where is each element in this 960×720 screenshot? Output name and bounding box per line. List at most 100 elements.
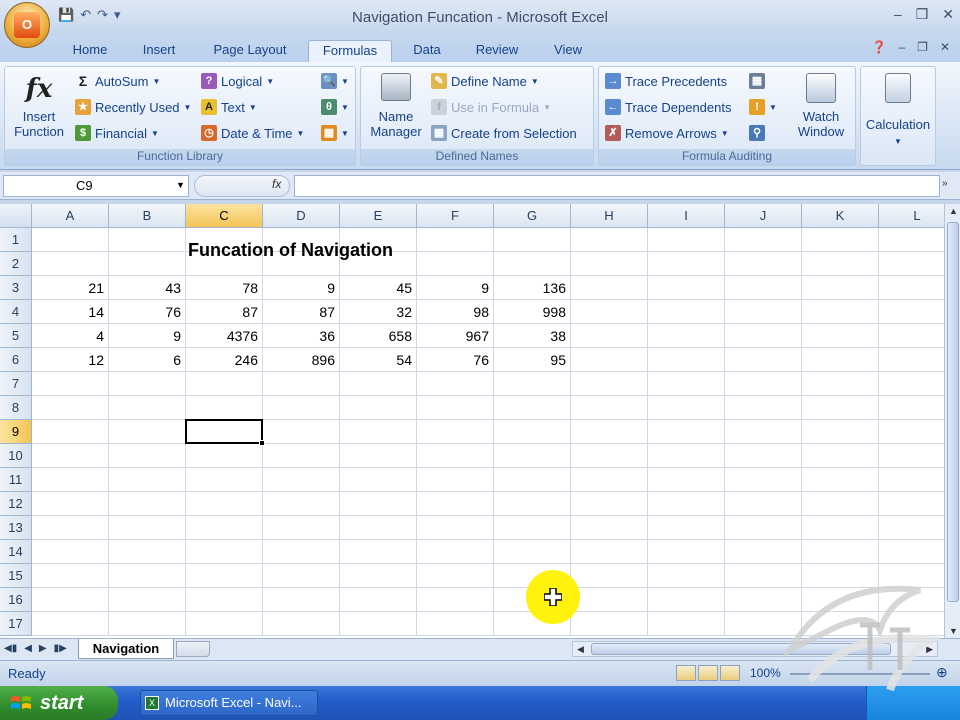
cell-a2[interactable] bbox=[32, 252, 109, 276]
cell-c3[interactable]: 78 bbox=[186, 276, 263, 300]
cell-g5[interactable]: 38 bbox=[494, 324, 571, 348]
cell-c4[interactable]: 87 bbox=[186, 300, 263, 324]
cell-l9[interactable] bbox=[879, 420, 945, 444]
last-sheet-icon[interactable]: ▮▶ bbox=[54, 643, 67, 654]
cell-d12[interactable] bbox=[263, 492, 340, 516]
cell-d6[interactable]: 896 bbox=[263, 348, 340, 372]
cell-k7[interactable] bbox=[802, 372, 879, 396]
cell-l10[interactable] bbox=[879, 444, 945, 468]
cell-b8[interactable] bbox=[109, 396, 186, 420]
cell-e3[interactable]: 45 bbox=[340, 276, 417, 300]
cell-e8[interactable] bbox=[340, 396, 417, 420]
cell-f15[interactable] bbox=[417, 564, 494, 588]
cell-f2[interactable] bbox=[417, 252, 494, 276]
cell-i11[interactable] bbox=[648, 468, 725, 492]
sheet-title-cell[interactable]: Funcation of Navigation bbox=[188, 240, 393, 261]
formula-input[interactable] bbox=[294, 175, 940, 197]
cell-h15[interactable] bbox=[571, 564, 648, 588]
column-header-f[interactable]: F bbox=[417, 204, 494, 228]
cell-h17[interactable] bbox=[571, 612, 648, 636]
column-header-c[interactable]: C bbox=[186, 204, 263, 228]
cell-h3[interactable] bbox=[571, 276, 648, 300]
column-header-j[interactable]: J bbox=[725, 204, 802, 228]
cell-d3[interactable]: 9 bbox=[263, 276, 340, 300]
cell-g8[interactable] bbox=[494, 396, 571, 420]
cell-l5[interactable] bbox=[879, 324, 945, 348]
name-box[interactable]: C9 bbox=[3, 175, 189, 197]
cell-b1[interactable] bbox=[109, 228, 186, 252]
cell-c15[interactable] bbox=[186, 564, 263, 588]
cell-h16[interactable] bbox=[571, 588, 648, 612]
cell-c7[interactable] bbox=[186, 372, 263, 396]
cell-l12[interactable] bbox=[879, 492, 945, 516]
cell-j13[interactable] bbox=[725, 516, 802, 540]
cell-f6[interactable]: 76 bbox=[417, 348, 494, 372]
cell-f5[interactable]: 967 bbox=[417, 324, 494, 348]
column-header-a[interactable]: A bbox=[32, 204, 109, 228]
column-header-i[interactable]: I bbox=[648, 204, 725, 228]
cell-e5[interactable]: 658 bbox=[340, 324, 417, 348]
tab-review[interactable]: Review bbox=[466, 40, 528, 62]
row-header-14[interactable]: 14 bbox=[0, 540, 32, 564]
tab-insert[interactable]: Insert bbox=[130, 40, 188, 62]
cell-f9[interactable] bbox=[417, 420, 494, 444]
row-header-12[interactable]: 12 bbox=[0, 492, 32, 516]
cell-i7[interactable] bbox=[648, 372, 725, 396]
fill-handle[interactable] bbox=[259, 440, 265, 446]
more-functions-button[interactable]: ▦ ▼ bbox=[321, 125, 349, 141]
cell-g3[interactable]: 136 bbox=[494, 276, 571, 300]
use-in-formula-button[interactable]: f Use in Formula ▼ bbox=[431, 99, 551, 115]
tab-formulas[interactable]: Formulas bbox=[308, 40, 392, 62]
row-header-16[interactable]: 16 bbox=[0, 588, 32, 612]
cell-i2[interactable] bbox=[648, 252, 725, 276]
cell-a4[interactable]: 14 bbox=[32, 300, 109, 324]
cell-f7[interactable] bbox=[417, 372, 494, 396]
name-box-dropdown-icon[interactable]: ▼ bbox=[176, 180, 185, 190]
autosum-button[interactable]: Σ AutoSum ▼ bbox=[75, 73, 161, 89]
cell-g10[interactable] bbox=[494, 444, 571, 468]
column-header-b[interactable]: B bbox=[109, 204, 186, 228]
cell-j6[interactable] bbox=[725, 348, 802, 372]
cell-j5[interactable] bbox=[725, 324, 802, 348]
cell-i6[interactable] bbox=[648, 348, 725, 372]
cell-h9[interactable] bbox=[571, 420, 648, 444]
cell-f1[interactable] bbox=[417, 228, 494, 252]
cell-a1[interactable] bbox=[32, 228, 109, 252]
name-manager-button[interactable]: Name Manager bbox=[365, 73, 427, 139]
select-all-button[interactable] bbox=[0, 204, 32, 228]
cell-b9[interactable] bbox=[109, 420, 186, 444]
column-header-k[interactable]: K bbox=[802, 204, 879, 228]
cell-c8[interactable] bbox=[186, 396, 263, 420]
cell-a16[interactable] bbox=[32, 588, 109, 612]
show-formulas-button[interactable]: ▦ bbox=[749, 73, 765, 89]
vertical-scroll-thumb[interactable] bbox=[947, 222, 959, 602]
row-header-1[interactable]: 1 bbox=[0, 228, 32, 252]
cell-l7[interactable] bbox=[879, 372, 945, 396]
cell-b2[interactable] bbox=[109, 252, 186, 276]
cell-k13[interactable] bbox=[802, 516, 879, 540]
cell-f17[interactable] bbox=[417, 612, 494, 636]
cell-h14[interactable] bbox=[571, 540, 648, 564]
row-header-10[interactable]: 10 bbox=[0, 444, 32, 468]
cell-i13[interactable] bbox=[648, 516, 725, 540]
create-from-selection-button[interactable]: ▦ Create from Selection bbox=[431, 125, 577, 141]
cell-g7[interactable] bbox=[494, 372, 571, 396]
cell-k3[interactable] bbox=[802, 276, 879, 300]
trace-dependents-button[interactable]: ← Trace Dependents bbox=[605, 99, 731, 115]
page-layout-view-icon[interactable] bbox=[698, 665, 718, 681]
cell-e11[interactable] bbox=[340, 468, 417, 492]
row-header-4[interactable]: 4 bbox=[0, 300, 32, 324]
cell-j4[interactable] bbox=[725, 300, 802, 324]
row-header-2[interactable]: 2 bbox=[0, 252, 32, 276]
cell-l1[interactable] bbox=[879, 228, 945, 252]
cell-k4[interactable] bbox=[802, 300, 879, 324]
cell-c12[interactable] bbox=[186, 492, 263, 516]
cell-a13[interactable] bbox=[32, 516, 109, 540]
row-header-13[interactable]: 13 bbox=[0, 516, 32, 540]
cell-a12[interactable] bbox=[32, 492, 109, 516]
calculation-button[interactable]: Calculation ▼ bbox=[863, 73, 933, 149]
cell-e14[interactable] bbox=[340, 540, 417, 564]
cell-j11[interactable] bbox=[725, 468, 802, 492]
cell-d5[interactable]: 36 bbox=[263, 324, 340, 348]
column-header-d[interactable]: D bbox=[263, 204, 340, 228]
